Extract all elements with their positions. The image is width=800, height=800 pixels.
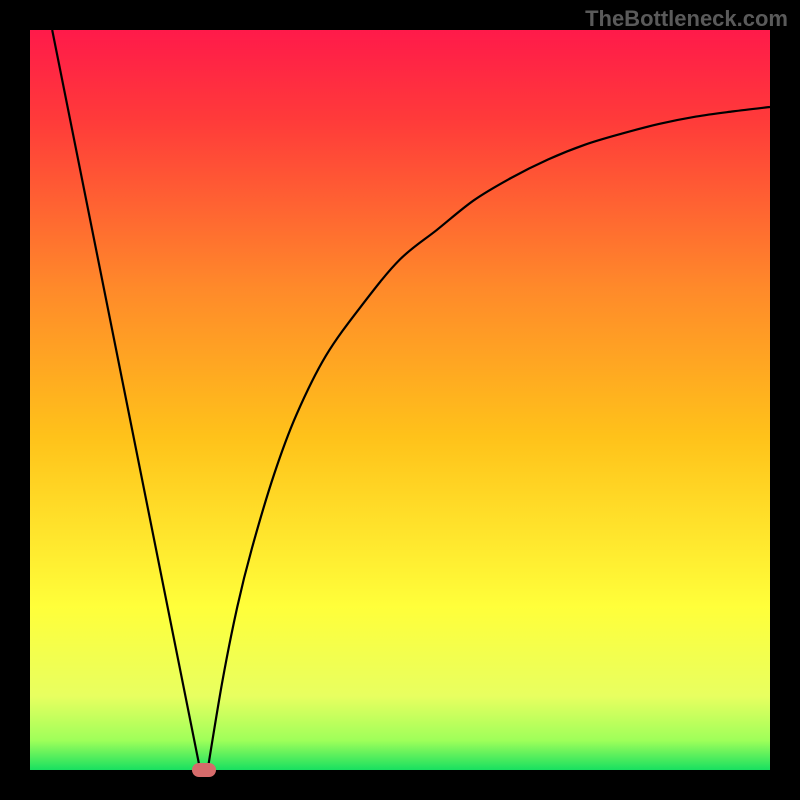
chart-svg (30, 30, 770, 770)
watermark-text: TheBottleneck.com (585, 6, 788, 32)
minimum-marker (192, 763, 216, 777)
chart-frame (30, 30, 770, 770)
gradient-background (30, 30, 770, 770)
